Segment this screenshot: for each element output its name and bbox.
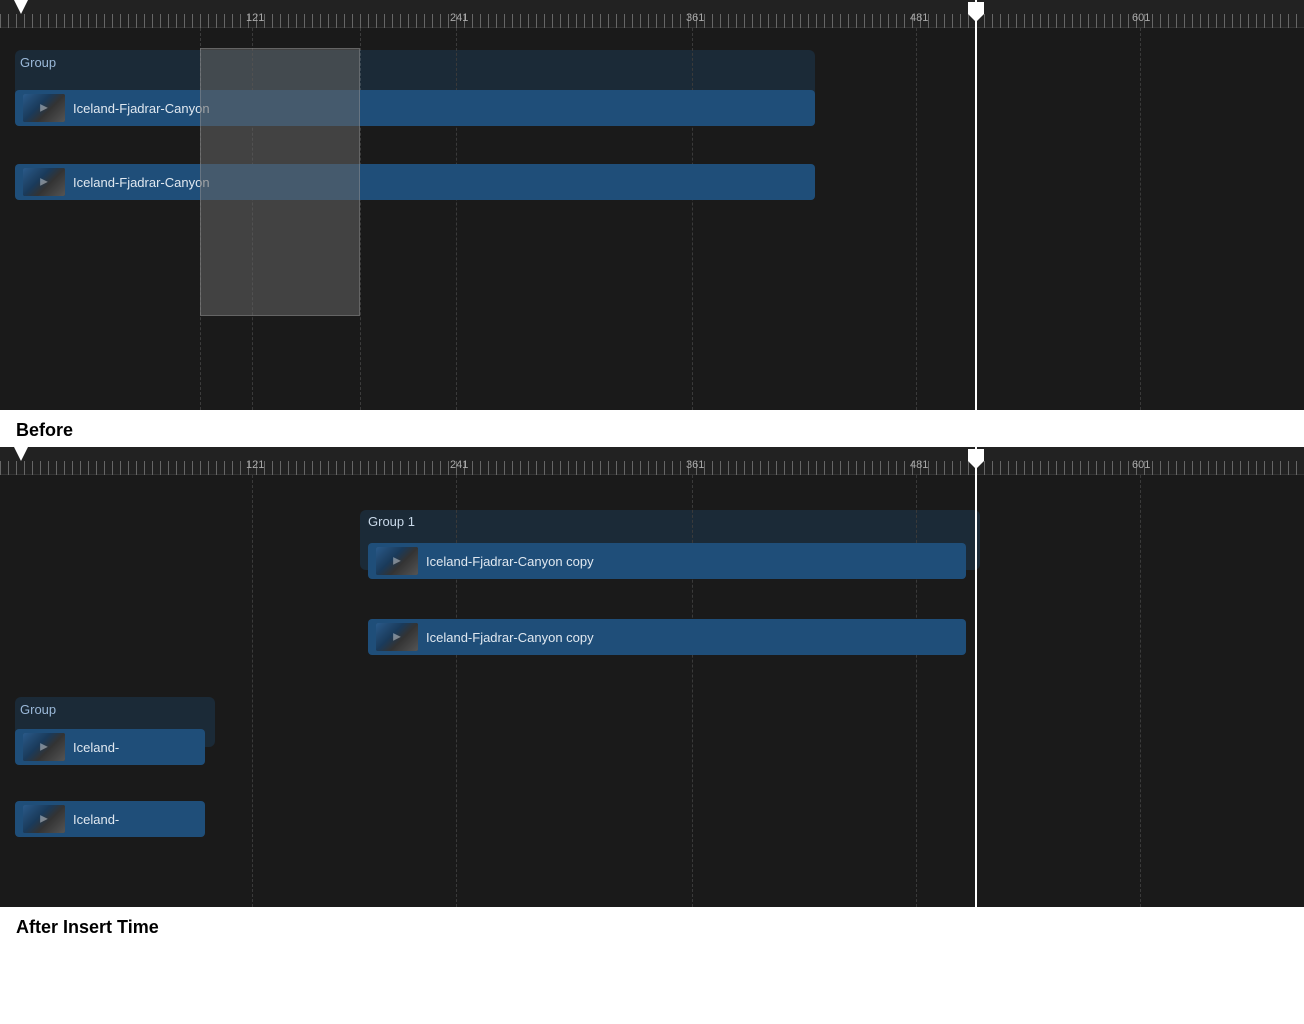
bottom-group2-clip1-label: Iceland- <box>73 740 119 755</box>
top-timeline: 121 241 361 481 601 Group Iceland-Fj <box>0 0 1304 410</box>
clip-1-label: Iceland-Fjadrar-Canyon <box>73 101 210 116</box>
bottom-group1-clip1-thumbnail <box>376 547 418 575</box>
ruler-label-481-top: 481 <box>910 12 928 24</box>
top-track-area: Group Iceland-Fjadrar-Canyon Iceland-Fja… <box>0 28 1304 410</box>
top-clip-1[interactable]: Iceland-Fjadrar-Canyon <box>15 90 815 126</box>
bottom-group1-clip1-label: Iceland-Fjadrar-Canyon copy <box>426 554 594 569</box>
bottom-group2-label: Group <box>20 701 56 719</box>
bottom-group1-clip1[interactable]: Iceland-Fjadrar-Canyon copy <box>368 543 966 579</box>
bottom-timeline: 121 241 361 481 601 Group 1 Iceland-Fjad… <box>0 447 1304 907</box>
top-ruler: 121 241 361 481 601 <box>0 0 1304 28</box>
ruler-label-241-top: 241 <box>450 12 468 24</box>
selection-rectangle <box>200 48 360 316</box>
bottom-group2-clip1-thumbnail <box>23 733 65 761</box>
clip-2-thumbnail <box>23 168 65 196</box>
top-group-label: Group <box>20 54 56 72</box>
top-clip-2[interactable]: Iceland-Fjadrar-Canyon <box>15 164 815 200</box>
clip-2-label: Iceland-Fjadrar-Canyon <box>73 175 210 190</box>
bottom-ruler: 121 241 361 481 601 <box>0 447 1304 475</box>
bottom-group2-clip2-thumbnail <box>23 805 65 833</box>
top-playhead-line <box>975 0 977 410</box>
bottom-group1-clip2[interactable]: Iceland-Fjadrar-Canyon copy <box>368 619 966 655</box>
ruler-label-361-bottom: 361 <box>686 459 704 471</box>
bottom-group2-clip2-label: Iceland- <box>73 812 119 827</box>
ruler-label-241-bottom: 241 <box>450 459 468 471</box>
ruler-label-481-bottom: 481 <box>910 459 928 471</box>
bottom-track-area: Group 1 Iceland-Fjadrar-Canyon copy Icel… <box>0 475 1304 907</box>
ruler-label-121-top: 121 <box>246 12 264 24</box>
ruler-label-361-top: 361 <box>686 12 704 24</box>
ruler-label-121-bottom: 121 <box>246 459 264 471</box>
after-label: After Insert Time <box>0 907 1304 944</box>
bottom-playhead-line <box>975 447 977 907</box>
ruler-label-601-top: 601 <box>1132 12 1150 24</box>
before-label: Before <box>0 410 1304 447</box>
ruler-label-601-bottom: 601 <box>1132 459 1150 471</box>
bottom-group1-label: Group 1 <box>368 513 415 531</box>
clip-1-thumbnail <box>23 94 65 122</box>
bottom-group2-clip2[interactable]: Iceland- <box>15 801 205 837</box>
bottom-group2-clip1[interactable]: Iceland- <box>15 729 205 765</box>
bottom-group1-clip2-thumbnail <box>376 623 418 651</box>
bottom-group1-clip2-label: Iceland-Fjadrar-Canyon copy <box>426 630 594 645</box>
